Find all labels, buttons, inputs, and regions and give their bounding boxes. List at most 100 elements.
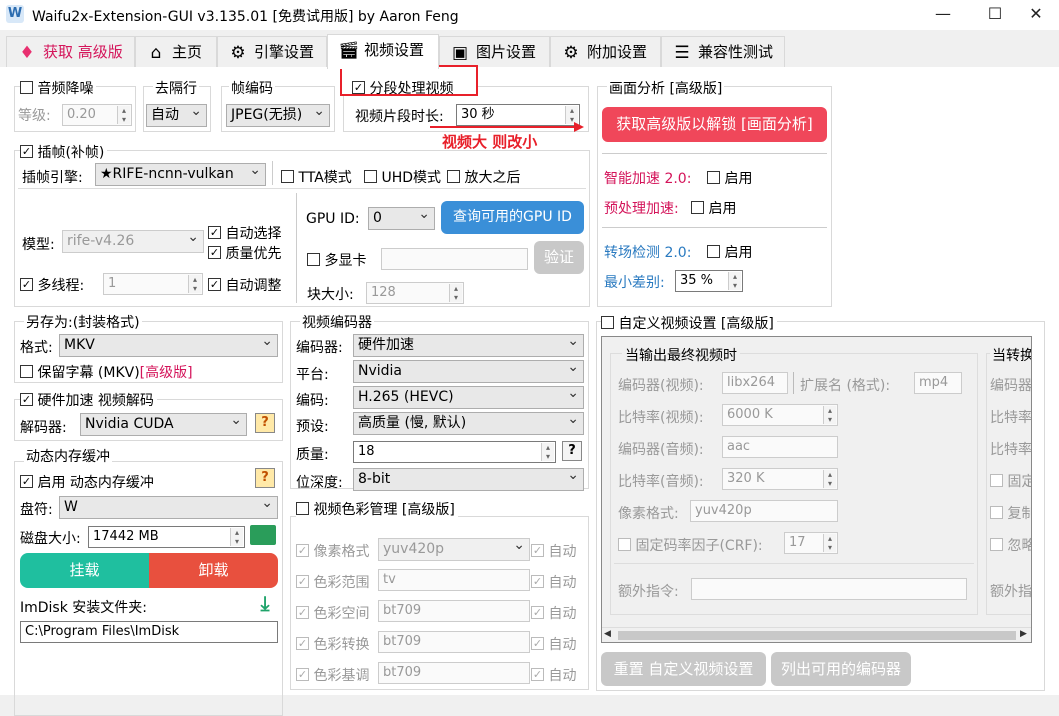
denoise-level-spinbox[interactable]: 0.20: [62, 104, 132, 126]
checkbox-box[interactable]: ✓: [296, 637, 309, 650]
checkbox-box[interactable]: ✓: [20, 278, 33, 291]
tab-engine-settings[interactable]: ⚙ 引擎设置: [217, 36, 327, 68]
color-row-auto-checkbox[interactable]: ✓ 自动: [531, 541, 576, 561]
tta-mode-checkbox[interactable]: TTA模式: [281, 167, 352, 187]
checkbox-box[interactable]: ✓: [208, 226, 221, 239]
ram-cache-checkbox[interactable]: ✓ 启用 动态内存缓冲: [20, 472, 154, 492]
color-row-auto-checkbox[interactable]: ✓ 自动: [531, 665, 576, 685]
uhd-mode-checkbox[interactable]: UHD模式: [364, 167, 441, 187]
checkbox-box[interactable]: [307, 253, 320, 266]
checkbox-box[interactable]: ✓: [531, 575, 544, 588]
color-row-auto-checkbox[interactable]: ✓ 自动: [531, 572, 576, 592]
color-row-auto-checkbox[interactable]: ✓ 自动: [531, 603, 576, 623]
audio-encoder-input[interactable]: aac: [722, 436, 838, 458]
tab-video-settings[interactable]: 🎬︎ 视频设置: [327, 34, 439, 69]
tab-get-premium[interactable]: ♦ 获取 高级版: [6, 36, 135, 68]
help-icon[interactable]: ?: [255, 468, 275, 488]
tile-size-spinbox[interactable]: 128: [366, 282, 464, 304]
color-row-value[interactable]: tv: [378, 569, 530, 591]
codec-select[interactable]: H.265 (HEVC): [353, 386, 584, 409]
color-management-checkbox[interactable]: 视频色彩管理 [高级版]: [296, 499, 458, 519]
checkbox-box[interactable]: ✓: [531, 544, 544, 557]
minimize-button[interactable]: —: [920, 0, 966, 30]
extension-input[interactable]: mp4: [914, 372, 962, 394]
keep-subtitles-checkbox[interactable]: 保留字幕 (MKV)[高级版]: [20, 362, 193, 382]
video-encoder-input[interactable]: libx264: [722, 372, 788, 394]
tab-extra-settings[interactable]: ⚙ 附加设置: [550, 36, 661, 68]
checkbox-box[interactable]: ✓: [531, 637, 544, 650]
after-upscale-checkbox[interactable]: 放大之后: [447, 167, 520, 187]
quality-first-checkbox[interactable]: ✓ 质量优先: [208, 243, 281, 263]
checkbox-box[interactable]: ✓: [296, 606, 309, 619]
scene-detect-checkbox[interactable]: 启用: [707, 242, 752, 262]
format-select[interactable]: MKV: [59, 334, 278, 357]
unlock-premium-button[interactable]: 获取高级版以解锁 [画面分析]: [602, 107, 827, 142]
checkbox-box[interactable]: ✓: [20, 145, 33, 158]
crf-checkbox[interactable]: 固定码率因子(CRF):: [618, 535, 763, 555]
help-icon[interactable]: ?: [255, 413, 275, 433]
download-icon[interactable]: ⤓: [254, 592, 276, 614]
checkbox-box[interactable]: ✓: [20, 393, 33, 406]
preset-select[interactable]: 高质量 (慢, 默认): [353, 412, 584, 435]
verify-button[interactable]: 验证: [534, 241, 584, 274]
frame-codec-select[interactable]: JPEG(无损): [226, 104, 330, 127]
audio-denoise-checkbox[interactable]: 音频降噪: [20, 78, 97, 98]
checkbox-box[interactable]: [990, 506, 1003, 519]
convert-copy-checkbox[interactable]: 复制: [990, 503, 1031, 523]
bit-depth-select[interactable]: 8-bit: [353, 468, 584, 491]
checkbox-box[interactable]: [691, 201, 704, 214]
hw-decode-checkbox[interactable]: ✓ 硬件加速 视频解码: [20, 390, 157, 410]
checkbox-box[interactable]: ✓: [296, 575, 309, 588]
deinterlace-select[interactable]: 自动: [146, 104, 207, 127]
min-diff-spinbox[interactable]: 35 %: [675, 270, 743, 292]
checkbox-box[interactable]: ✓: [208, 278, 221, 291]
checkbox-box[interactable]: ✓: [531, 606, 544, 619]
checkbox-box[interactable]: [281, 170, 294, 183]
color-row-value[interactable]: bt709: [378, 631, 530, 653]
color-row-value[interactable]: yuv420p: [378, 538, 530, 561]
model-select[interactable]: rife-v4.26: [62, 230, 204, 253]
checkbox-box[interactable]: [990, 474, 1003, 487]
checkbox-box[interactable]: ✓: [20, 475, 33, 488]
checkbox-box[interactable]: [601, 316, 614, 329]
checkbox-box[interactable]: ✓: [296, 544, 309, 557]
unmount-button[interactable]: 卸载: [149, 553, 278, 588]
smart-accel-checkbox[interactable]: 启用: [707, 168, 752, 188]
crf-spinbox[interactable]: 17: [784, 532, 838, 554]
scrollbar-thumb[interactable]: [618, 631, 1016, 640]
custom-video-checkbox[interactable]: 自定义视频设置 [高级版]: [601, 313, 777, 333]
checkbox-box[interactable]: [707, 171, 720, 184]
tab-image-settings[interactable]: ▣ 图片设置: [439, 36, 550, 68]
color-row-checkbox[interactable]: ✓ 色彩范围: [296, 572, 369, 592]
checkbox-box[interactable]: ✓: [531, 668, 544, 681]
checkbox-box[interactable]: [364, 170, 377, 183]
tab-home[interactable]: ⌂ 主页: [135, 36, 217, 68]
segment-checkbox[interactable]: ✓ 分段处理视频: [352, 78, 453, 98]
checkbox-box[interactable]: [707, 245, 720, 258]
scroll-left-icon[interactable]: ◀: [604, 629, 611, 639]
color-row-checkbox[interactable]: ✓ 色彩基调: [296, 665, 369, 685]
checkbox-box[interactable]: ✓: [208, 246, 221, 259]
auto-select-checkbox[interactable]: ✓ 自动选择: [208, 223, 281, 243]
reset-custom-button[interactable]: 重置 自定义视频设置: [601, 652, 766, 686]
checkbox-box[interactable]: [447, 170, 460, 183]
checkbox-box[interactable]: [20, 81, 33, 94]
encoder-select[interactable]: 硬件加速: [353, 334, 584, 357]
multithread-checkbox[interactable]: ✓ 多线程:: [20, 275, 84, 295]
drive-select[interactable]: W: [59, 496, 278, 519]
pixel-format-input[interactable]: yuv420p: [690, 500, 838, 522]
auto-adjust-checkbox[interactable]: ✓ 自动调整: [208, 275, 281, 295]
maximize-button[interactable]: ☐: [972, 0, 1018, 30]
imdisk-path-input[interactable]: C:\Program Files\ImDisk: [20, 621, 278, 643]
decoder-select[interactable]: Nvidia CUDA: [80, 413, 247, 436]
platform-select[interactable]: Nvidia: [353, 360, 584, 383]
scroll-right-icon[interactable]: ▶: [1020, 629, 1027, 639]
video-bitrate-spinbox[interactable]: 6000 K: [722, 404, 838, 426]
checkbox-box[interactable]: [990, 538, 1003, 551]
color-row-checkbox[interactable]: ✓ 色彩空间: [296, 603, 369, 623]
disk-size-spinbox[interactable]: 17442 MB: [88, 526, 245, 548]
multithread-spinbox[interactable]: 1: [103, 273, 203, 295]
multi-gpu-checkbox[interactable]: 多显卡: [307, 250, 366, 270]
extra-command-input[interactable]: [691, 578, 967, 600]
interp-engine-select[interactable]: ★RIFE-ncnn-vulkan: [95, 163, 266, 186]
